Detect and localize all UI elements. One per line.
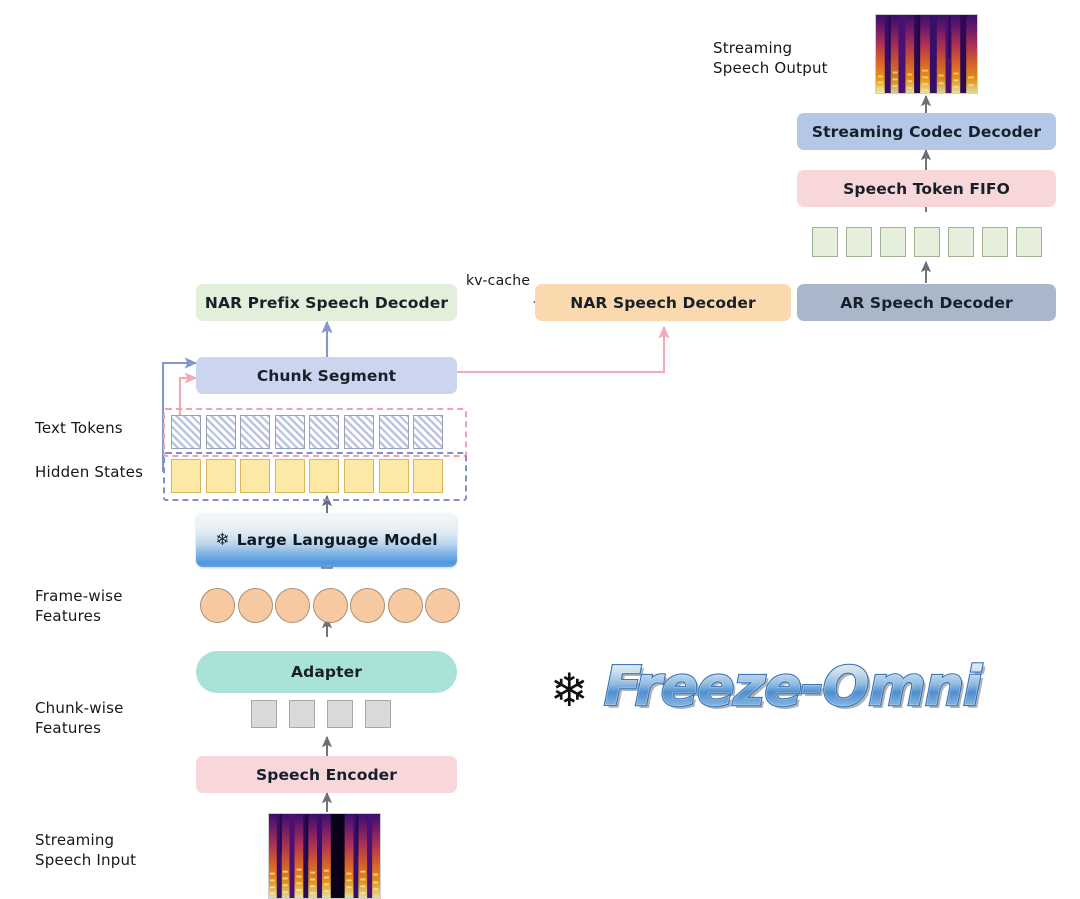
- hidden-state-cell: [240, 459, 271, 493]
- text-token-cell: [171, 415, 201, 449]
- snowflake-icon: ❄: [215, 529, 230, 550]
- streaming-speech-output-label: Streaming Speech Output: [713, 39, 828, 78]
- speech-token-cell: [948, 227, 974, 257]
- chunk-wise-feature-row: [251, 700, 403, 728]
- hidden-state-cell: [171, 459, 201, 493]
- chunk-wise-feature-square: [289, 700, 315, 728]
- text-token-cell: [309, 415, 340, 449]
- speech-token-fifo-box[interactable]: Speech Token FIFO: [797, 170, 1056, 207]
- hidden-state-cell: [274, 459, 305, 493]
- adapter-label: Adapter: [291, 663, 362, 681]
- pink-connector-chunk-to-nar: [457, 325, 670, 374]
- nar-speech-decoder-label: NAR Speech Decoder: [570, 293, 756, 312]
- speech-token-row: [812, 227, 1050, 257]
- kv-cache-label: kv-cache: [466, 273, 531, 289]
- freeze-omni-logo: ❄ Freeze-Omni Freeze-Omni Freeze-Omni: [550, 653, 1043, 725]
- text-tokens-label: Text Tokens: [35, 419, 123, 437]
- text-token-cell: [205, 415, 236, 449]
- chunk-wise-features-label: Chunk-wise Features: [35, 699, 124, 738]
- hidden-state-cell: [309, 459, 340, 493]
- frame-wise-feature-circle: [237, 588, 273, 623]
- frame-wise-feature-circle: [387, 588, 423, 623]
- chunk-segment-box[interactable]: Chunk Segment: [196, 357, 457, 394]
- large-language-model-label: Large Language Model: [236, 531, 438, 549]
- hidden-state-cell: [413, 459, 444, 493]
- chunk-wise-feature-square: [327, 700, 353, 728]
- streaming-codec-decoder-label: Streaming Codec Decoder: [811, 122, 1042, 141]
- chunk-wise-feature-square: [365, 700, 391, 728]
- nar-prefix-speech-decoder-box[interactable]: NAR Prefix Speech Decoder: [196, 284, 457, 321]
- frame-wise-feature-circle: [312, 588, 348, 623]
- chunk-wise-feature-square: [251, 700, 277, 728]
- svg-text:Freeze-Omni: Freeze-Omni: [604, 655, 983, 718]
- speech-token-cell: [914, 227, 940, 257]
- frame-wise-features-label: Frame-wise Features: [35, 587, 123, 626]
- hidden-state-cell: [343, 459, 374, 493]
- speech-encoder-box[interactable]: Speech Encoder: [196, 756, 457, 793]
- adapter-box[interactable]: Adapter: [196, 651, 457, 693]
- frame-wise-feature-circle: [425, 588, 460, 623]
- hidden-states-label: Hidden States: [35, 463, 144, 481]
- text-token-cell: [240, 415, 271, 449]
- speech-encoder-label: Speech Encoder: [255, 765, 397, 784]
- streaming-speech-output-spectrogram: [875, 14, 978, 94]
- nar-prefix-speech-decoder-label: NAR Prefix Speech Decoder: [204, 293, 449, 312]
- text-token-cell: [413, 415, 444, 449]
- hidden-state-cell: [205, 459, 236, 493]
- hidden-state-row: [171, 459, 448, 493]
- snowflake-icon: ❄: [550, 663, 589, 717]
- frame-wise-feature-circle: [200, 588, 235, 623]
- streaming-speech-input-label: Streaming Speech Input: [35, 831, 137, 870]
- large-language-model-box[interactable]: ❄ Large Language Model: [196, 513, 457, 567]
- speech-token-cell: [880, 227, 906, 257]
- streaming-codec-decoder-box[interactable]: Streaming Codec Decoder: [797, 113, 1056, 150]
- speech-token-cell: [1016, 227, 1042, 257]
- hidden-state-cell: [378, 459, 409, 493]
- chunk-segment-label: Chunk Segment: [256, 366, 397, 385]
- text-token-cell: [378, 415, 409, 449]
- freeze-omni-wordmark: Freeze-Omni Freeze-Omni Freeze-Omni: [602, 653, 986, 721]
- frame-wise-feature-circle: [275, 588, 310, 623]
- ar-speech-decoder-box[interactable]: AR Speech Decoder: [797, 284, 1056, 321]
- text-token-cell: [343, 415, 374, 449]
- frame-wise-feature-row: [200, 588, 463, 623]
- text-token-row: [171, 415, 448, 449]
- text-token-cell: [274, 415, 305, 449]
- frame-wise-feature-circle: [350, 588, 385, 623]
- speech-token-cell: [812, 227, 838, 257]
- ar-speech-decoder-label: AR Speech Decoder: [840, 293, 1013, 312]
- architecture-diagram: Streaming Codec Decoder Speech Token FIF…: [0, 0, 1080, 899]
- speech-token-cell: [846, 227, 872, 257]
- speech-token-fifo-label: Speech Token FIFO: [843, 179, 1010, 198]
- speech-token-cell: [982, 227, 1008, 257]
- nar-speech-decoder-box[interactable]: NAR Speech Decoder: [535, 284, 791, 321]
- streaming-speech-input-spectrogram: [268, 813, 381, 899]
